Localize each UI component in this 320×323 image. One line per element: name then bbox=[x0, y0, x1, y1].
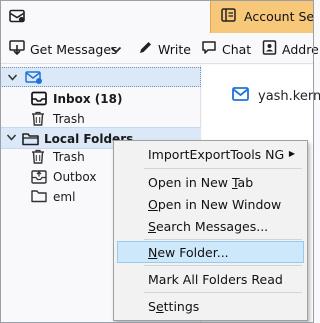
inbox-unread-count: (18) bbox=[94, 92, 123, 106]
folder-label: Trash bbox=[53, 150, 85, 164]
folder-label: Inbox (18) bbox=[53, 92, 122, 106]
get-messages-icon bbox=[9, 40, 25, 58]
folder-label: Trash bbox=[53, 112, 85, 126]
inbox-name: Inbox bbox=[53, 92, 91, 106]
main-toolbar: Get Messages Write Chat Addre bbox=[0, 34, 319, 64]
label-part: S bbox=[148, 299, 156, 314]
address-book-label: Addre bbox=[282, 41, 319, 57]
account-settings-icon bbox=[221, 8, 236, 25]
folder-icon bbox=[31, 189, 47, 206]
menu-separator bbox=[144, 239, 302, 240]
tab-mail[interactable] bbox=[0, 0, 210, 33]
access-key: O bbox=[148, 197, 158, 212]
address-book-button[interactable]: Addre bbox=[262, 34, 319, 64]
account-email-text: yash.kern bbox=[258, 88, 320, 104]
menu-item-label: Open in New Tab bbox=[148, 175, 253, 190]
label-part: ttings bbox=[163, 299, 200, 314]
menu-item-new-folder[interactable]: New Folder... bbox=[117, 241, 304, 263]
access-key: N bbox=[148, 245, 158, 260]
menu-separator bbox=[144, 168, 302, 169]
label-part: pen in New Window bbox=[157, 197, 282, 212]
account-email-heading: yash.kern bbox=[232, 87, 320, 105]
folder-label: Outbox bbox=[53, 170, 97, 184]
menu-separator bbox=[144, 292, 302, 293]
menu-item-search-messages[interactable]: Search Messages... bbox=[117, 215, 304, 237]
chat-label: Chat bbox=[222, 41, 252, 57]
folder-context-menu: ImportExportTools NG ▶ Open in New Tab O… bbox=[113, 140, 308, 321]
access-key: e bbox=[155, 299, 164, 314]
tab-strip: Account Sett bbox=[0, 0, 314, 33]
address-book-icon bbox=[262, 40, 277, 58]
chat-bubble-icon bbox=[201, 40, 217, 58]
menu-separator bbox=[144, 265, 302, 266]
menu-item-settings[interactable]: Settings bbox=[117, 295, 304, 317]
menu-item-label: ImportExportTools NG bbox=[148, 147, 285, 162]
get-messages-label: Get Messages bbox=[30, 41, 118, 57]
write-label: Write bbox=[158, 41, 192, 57]
outbox-icon bbox=[31, 169, 47, 187]
submenu-arrow-icon: ▶ bbox=[288, 149, 295, 158]
envelope-icon bbox=[232, 87, 249, 105]
write-button[interactable]: Write bbox=[138, 34, 191, 64]
trash-icon bbox=[31, 149, 45, 167]
menu-item-open-new-tab[interactable]: Open in New Tab bbox=[117, 171, 304, 193]
chat-button[interactable]: Chat bbox=[201, 34, 251, 64]
get-messages-button[interactable]: Get Messages bbox=[9, 34, 118, 64]
label-part: Open in New bbox=[148, 175, 232, 190]
access-key: S bbox=[148, 219, 156, 234]
email-account-icon bbox=[25, 70, 43, 88]
chevron-down-icon[interactable] bbox=[7, 72, 18, 86]
folder-label: eml bbox=[53, 190, 76, 204]
folder-row-trash[interactable]: Trash bbox=[0, 109, 201, 129]
tab-account-settings-label: Account Sett bbox=[244, 9, 314, 24]
label-part: ew Folder... bbox=[157, 245, 229, 260]
folder-row-inbox[interactable]: Inbox (18) bbox=[0, 89, 201, 109]
get-messages-dropdown[interactable] bbox=[110, 34, 122, 64]
menu-item-label: Mark All Folders Read bbox=[148, 272, 283, 287]
pencil-icon bbox=[138, 40, 153, 58]
folder-row-account[interactable] bbox=[0, 67, 201, 87]
menu-item-label: Open in New Window bbox=[148, 197, 281, 212]
menu-item-label: New Folder... bbox=[148, 245, 229, 260]
chevron-down-icon bbox=[110, 42, 122, 57]
inbox-icon bbox=[31, 91, 47, 109]
mail-tab-icon bbox=[9, 9, 25, 26]
label-part: ab bbox=[237, 175, 254, 190]
tab-account-settings[interactable]: Account Sett bbox=[210, 0, 314, 33]
menu-item-importexporttools[interactable]: ImportExportTools NG ▶ bbox=[117, 143, 304, 165]
label-part: earch Messages... bbox=[155, 219, 269, 234]
menu-item-mark-all-read[interactable]: Mark All Folders Read bbox=[117, 268, 304, 290]
menu-item-label: Settings bbox=[148, 299, 199, 314]
menu-item-open-new-window[interactable]: Open in New Window bbox=[117, 193, 304, 215]
chevron-down-icon[interactable] bbox=[6, 132, 17, 146]
menu-item-label: Search Messages... bbox=[148, 219, 268, 234]
